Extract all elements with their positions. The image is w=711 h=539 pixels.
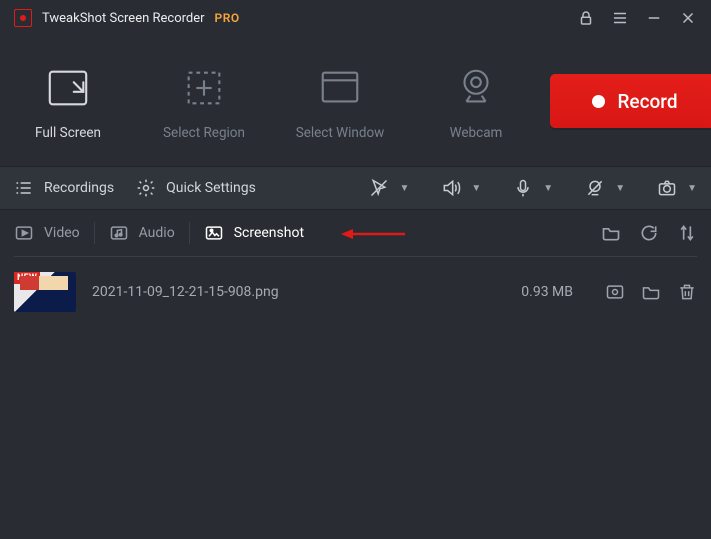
arrow-annotation [341, 228, 405, 240]
mode-webcam-button[interactable]: Webcam [426, 65, 526, 141]
chevron-down-icon: ▼ [543, 183, 553, 194]
tab-audio[interactable]: Audio [95, 218, 189, 248]
pro-badge: PRO [215, 11, 240, 25]
new-badge: NEW [14, 272, 40, 284]
mode-select-region-button[interactable]: Select Region [154, 65, 254, 141]
webcam-icon [453, 65, 499, 111]
menu-icon[interactable] [611, 9, 629, 27]
quick-settings-button[interactable]: Quick Settings [136, 178, 256, 198]
video-icon [14, 223, 34, 243]
camera-dropdown[interactable]: ▼ [657, 178, 697, 198]
tab-label: Audio [139, 225, 175, 241]
recordings-label: Recordings [44, 180, 114, 196]
close-icon[interactable] [679, 9, 697, 27]
tabs-bar: Video Audio Screenshot [0, 210, 711, 256]
settings-bar: Recordings Quick Settings ▼ ▼ ▼ [0, 166, 711, 210]
audio-icon [109, 223, 129, 243]
open-folder-button[interactable] [601, 223, 621, 243]
gear-icon [136, 178, 156, 198]
delete-button[interactable] [677, 282, 697, 302]
file-actions [605, 282, 697, 302]
record-dot-icon [592, 95, 605, 108]
record-label: Record [617, 90, 677, 113]
mode-row: Full Screen Select Region Select Window … [0, 36, 711, 166]
mode-label: Full Screen [35, 125, 101, 141]
preview-button[interactable] [605, 282, 625, 302]
mode-full-screen-button[interactable]: Full Screen [18, 65, 118, 141]
screenshot-icon [204, 223, 224, 243]
file-list: NEW 2021-11-09_12-21-15-908.png 0.93 MB [0, 257, 711, 327]
file-size: 0.93 MB [499, 284, 589, 300]
mode-label: Select Window [296, 125, 385, 141]
region-icon [181, 65, 227, 111]
cursor-dropdown[interactable]: ▼ [369, 178, 409, 198]
open-location-button[interactable] [641, 282, 661, 302]
list-icon [14, 178, 34, 198]
mode-label: Webcam [450, 125, 503, 141]
tab-label: Screenshot [234, 225, 304, 241]
record-button[interactable]: Record [550, 74, 711, 128]
app-logo-icon [14, 9, 32, 27]
recordings-button[interactable]: Recordings [14, 178, 114, 198]
tab-screenshot[interactable]: Screenshot [190, 218, 318, 248]
mode-label: Select Region [163, 125, 245, 141]
file-name: 2021-11-09_12-21-15-908.png [92, 284, 483, 300]
mic-dropdown[interactable]: ▼ [513, 178, 553, 198]
chevron-down-icon: ▼ [615, 183, 625, 194]
cursor-off-icon [369, 178, 389, 198]
tab-video[interactable]: Video [14, 218, 94, 248]
refresh-button[interactable] [639, 223, 659, 243]
sort-button[interactable] [677, 223, 697, 243]
chevron-down-icon: ▼ [687, 183, 697, 194]
fullscreen-icon [45, 65, 91, 111]
mic-icon [513, 178, 533, 198]
tab-label: Video [44, 225, 80, 241]
window-icon [317, 65, 363, 111]
quick-settings-label: Quick Settings [166, 180, 256, 196]
app-title: TweakShot Screen Recorder [42, 11, 205, 26]
lock-icon[interactable] [577, 9, 595, 27]
webcam-off-dropdown[interactable]: ▼ [585, 178, 625, 198]
speaker-icon [441, 178, 461, 198]
chevron-down-icon: ▼ [471, 183, 481, 194]
chevron-down-icon: ▼ [399, 183, 409, 194]
file-thumbnail: NEW [14, 272, 76, 312]
file-row[interactable]: NEW 2021-11-09_12-21-15-908.png 0.93 MB [14, 269, 697, 315]
mode-select-window-button[interactable]: Select Window [290, 65, 390, 141]
camera-icon [657, 178, 677, 198]
webcam-off-icon [585, 178, 605, 198]
speaker-dropdown[interactable]: ▼ [441, 178, 481, 198]
titlebar: TweakShot Screen Recorder PRO [0, 0, 711, 36]
minimize-icon[interactable] [645, 9, 663, 27]
